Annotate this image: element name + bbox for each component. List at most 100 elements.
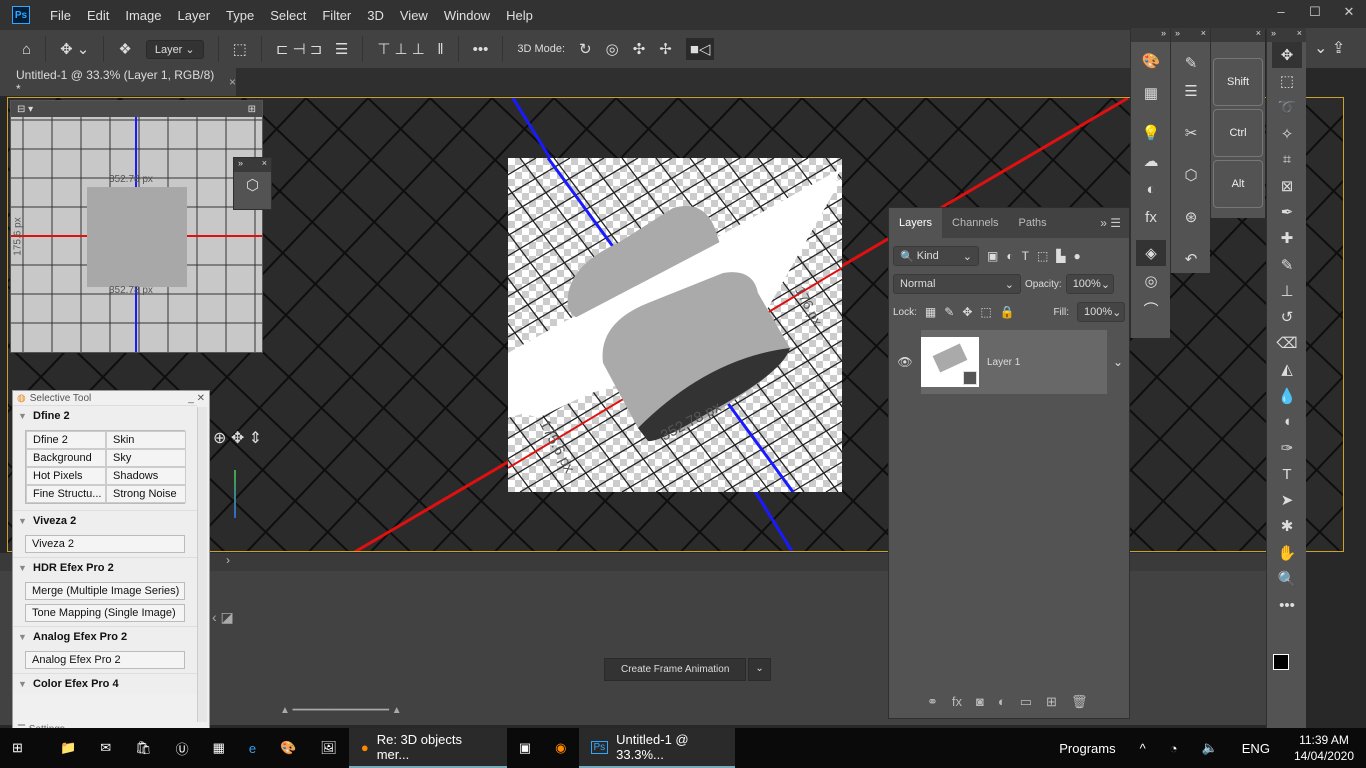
menu-3d[interactable]: 3D	[359, 8, 392, 23]
share-button[interactable]: ⌄ ⇪	[1306, 28, 1366, 68]
3d-pan-icon[interactable]: ✣	[633, 40, 646, 58]
filter-kind-dropdown[interactable]: 🔍 Kind ⌄	[893, 246, 979, 266]
filter-button[interactable]: Analog Efex Pro 2	[25, 651, 185, 669]
section-header[interactable]: Viveza 2	[13, 510, 197, 531]
section-header[interactable]: HDR Efex Pro 2	[13, 557, 197, 578]
stamp-tool-icon[interactable]: ⊥	[1272, 278, 1302, 304]
transform-controls-icon[interactable]: ⬚	[233, 40, 247, 58]
zoom-slider[interactable]: ▲ ━━━━━━━━━━━━━━━━ ▲	[280, 705, 402, 716]
align-icons[interactable]: ⊏ ⊣ ⊐ ☰	[276, 40, 349, 58]
close-icon[interactable]: ×	[262, 158, 267, 172]
close-button[interactable]: ✕	[1332, 0, 1366, 24]
menu-edit[interactable]: Edit	[79, 8, 117, 23]
tab-paths[interactable]: Paths	[1009, 208, 1057, 238]
type-tool-icon[interactable]: T	[1272, 461, 1302, 487]
photos-icon[interactable]: 🖼	[308, 728, 349, 768]
adjustment-layer-icon[interactable]: ◐	[998, 694, 1006, 710]
document-image[interactable]: 352.78 px 175.6 px 176 px	[508, 158, 842, 492]
blender-icon[interactable]: ◉	[543, 728, 578, 768]
distribute-icons[interactable]: ⊤ ⊥ ⊥ ‖	[377, 40, 443, 58]
menu-layer[interactable]: Layer	[170, 8, 219, 23]
menu-view[interactable]: View	[392, 8, 436, 23]
language-indicator[interactable]: ENG	[1230, 728, 1282, 768]
programs-toolbar[interactable]: Programs	[1047, 728, 1127, 768]
maximize-button[interactable]: ☐	[1298, 0, 1332, 24]
filter-type-icon[interactable]: T	[1022, 249, 1029, 263]
filter-button[interactable]: Sky	[106, 449, 186, 467]
frame-tool-icon[interactable]: ⊠	[1272, 173, 1302, 199]
menu-help[interactable]: Help	[498, 8, 541, 23]
menu-select[interactable]: Select	[262, 8, 314, 23]
tray-overflow-icon[interactable]: ^	[1128, 728, 1158, 768]
file-explorer-icon[interactable]: 📁	[48, 728, 88, 768]
3d-panel-icon[interactable]: ⬡	[234, 172, 271, 198]
3d-widget-icons[interactable]: ⊕ ✥ ⇕	[213, 428, 262, 448]
filter-button[interactable]: Dfine 2	[26, 431, 106, 449]
lasso-tool-icon[interactable]: ➰	[1272, 94, 1302, 120]
fill-input[interactable]: 100% ⌄	[1077, 302, 1125, 322]
filter-shape-icon[interactable]: ⬚	[1037, 249, 1048, 263]
layers-icon[interactable]: ◈	[1136, 240, 1166, 266]
brush-presets-icon[interactable]: ✎	[1176, 50, 1206, 76]
pen-tool-icon[interactable]: ✑	[1272, 435, 1302, 461]
blur-tool-icon[interactable]: 💧	[1272, 382, 1302, 408]
filter-button[interactable]: Strong Noise	[106, 485, 186, 503]
move-tool-icon[interactable]: ✥ ⌄	[60, 40, 89, 58]
section-header[interactable]: Dfine 2	[13, 405, 197, 426]
healing-brush-icon[interactable]: ✚	[1272, 225, 1302, 251]
properties-icon[interactable]: ⊛	[1176, 204, 1206, 230]
menu-window[interactable]: Window	[436, 8, 498, 23]
styles-icon[interactable]: fx	[1136, 204, 1166, 230]
3d-orbit-icon[interactable]: ↻	[579, 40, 592, 58]
filter-button[interactable]: Tone Mapping (Single Image)	[25, 604, 185, 622]
3d-slide-icon[interactable]: ✢	[659, 40, 672, 58]
move-tool-icon[interactable]: ✥	[1272, 42, 1302, 69]
section-header[interactable]: Analog Efex Pro 2	[13, 626, 197, 647]
menu-filter[interactable]: Filter	[314, 8, 359, 23]
home-icon[interactable]: ⌂	[22, 41, 31, 58]
more-tools-icon[interactable]: •••	[1272, 592, 1302, 618]
section-header[interactable]: Color Efex Pro 4	[13, 673, 197, 694]
crop-tool-icon[interactable]: ⌗	[1272, 147, 1302, 173]
3d-axis-gizmo[interactable]	[234, 470, 236, 518]
adjustments-icon[interactable]: ◐	[1136, 176, 1166, 202]
filter-button[interactable]: Skin	[106, 431, 186, 449]
magic-wand-icon[interactable]: ✧	[1272, 121, 1302, 147]
auto-select-icon[interactable]: ❖	[118, 40, 131, 58]
history-icon[interactable]: ↶	[1176, 246, 1206, 272]
3d-camera-icon[interactable]: ■◁	[685, 38, 715, 60]
paint-icon[interactable]: 🎨	[268, 728, 308, 768]
eyedropper-icon[interactable]: ✒	[1272, 199, 1302, 225]
opacity-input[interactable]: 100% ⌄	[1065, 274, 1114, 294]
menu-file[interactable]: File	[42, 8, 79, 23]
eraser-icon[interactable]: ⌫	[1272, 330, 1302, 356]
filter-button[interactable]: Fine Structu...	[26, 485, 106, 503]
close-tab-icon[interactable]: ×	[229, 75, 236, 89]
dodge-tool-icon[interactable]: ◖	[1272, 409, 1302, 435]
filter-button[interactable]: Merge (Multiple Image Series)	[25, 582, 185, 600]
lock-position-icon[interactable]: ✥	[962, 305, 972, 319]
expand-layer-icon[interactable]: ⌄	[1113, 355, 1123, 369]
animation-type-dropdown[interactable]: ⌄	[748, 658, 771, 681]
history-brush-icon[interactable]: ↺	[1272, 304, 1302, 330]
layer-select-dropdown[interactable]: Layer ⌄	[145, 39, 204, 59]
shift-key-button[interactable]: Shift	[1213, 58, 1263, 106]
filter-button[interactable]: Background	[26, 449, 106, 467]
menu-image[interactable]: Image	[117, 8, 169, 23]
close-icon[interactable]: ×	[1201, 28, 1206, 42]
3d-roll-icon[interactable]: ◎	[606, 40, 619, 58]
filter-pixel-icon[interactable]: ▣	[987, 249, 998, 263]
layer-style-icon[interactable]: fx	[952, 694, 962, 710]
wifi-icon[interactable]: ◔	[1158, 728, 1190, 768]
foreground-color-swatch[interactable]	[1273, 654, 1289, 670]
add-mask-icon[interactable]: ◙	[976, 694, 984, 710]
filter-button[interactable]: Viveza 2	[25, 535, 185, 553]
visibility-eye-icon[interactable]: 👁	[889, 355, 921, 369]
channels-icon[interactable]: ◎	[1136, 268, 1166, 294]
swap-view-icon[interactable]: ⊞	[248, 104, 256, 115]
layer-name[interactable]: Layer 1	[987, 357, 1020, 368]
filter-toggle[interactable]: ●	[1074, 249, 1081, 263]
delete-layer-icon[interactable]: 🗑	[1071, 694, 1088, 710]
minimize-icon[interactable]: _ ✕	[188, 393, 205, 404]
libraries-icon[interactable]: ☁	[1136, 148, 1166, 174]
